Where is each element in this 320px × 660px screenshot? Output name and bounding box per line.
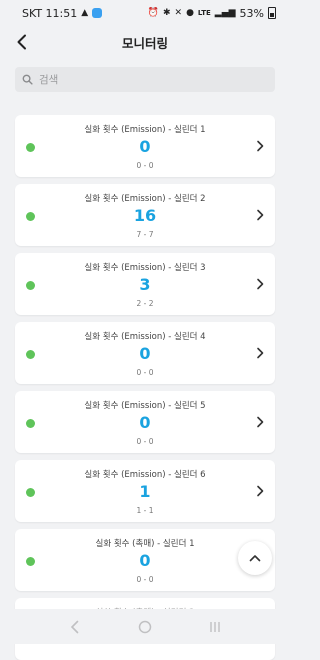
chevron-up-icon: [249, 555, 261, 562]
system-nav-bar: [0, 609, 290, 644]
monitor-item[interactable]: 실화 횟수 (Emission) - 실린더 4 0 0 - 0: [15, 322, 275, 384]
status-bar: SKT 11:51 ▲ ⏰ ✱ ✕ ● LTE ▂▄▆ 53%: [0, 0, 290, 26]
item-title: 실화 횟수 (Emission) - 실린더 1: [84, 125, 206, 135]
item-value: 3: [139, 275, 151, 294]
item-range: 7 - 7: [136, 230, 154, 239]
chevron-right-icon: [257, 140, 264, 152]
chevron-right-icon: [257, 209, 264, 221]
item-range: 1 - 1: [136, 506, 154, 515]
item-title: 실화 횟수 (Emission) - 실린더 3: [84, 263, 206, 273]
location-icon: ●: [186, 8, 194, 18]
chevron-right-icon: [257, 278, 264, 290]
chevron-right-icon: [257, 485, 264, 497]
header: 모니터링: [0, 26, 290, 58]
bluetooth-icon: ✱: [162, 8, 171, 18]
item-range: 0 - 0: [136, 368, 154, 377]
status-right: ⏰ ✱ ✕ ● LTE ▂▄▆ 53%: [148, 7, 276, 20]
nav-back-button[interactable]: [65, 617, 85, 637]
chevron-right-icon: [257, 347, 264, 359]
item-range: 0 - 0: [136, 437, 154, 446]
lte-icon: LTE: [197, 9, 211, 17]
item-value: 0: [139, 413, 151, 432]
carrier-time: SKT 11:51: [22, 6, 78, 20]
battery-icon: [268, 7, 276, 19]
nav-home-icon: [138, 620, 152, 633]
monitor-item[interactable]: 실화 횟수 (Emission) - 실린더 6 1 1 - 1: [15, 460, 275, 522]
page-title: 모니터링: [121, 35, 168, 51]
item-value: 0: [139, 137, 151, 156]
item-title: 실화 횟수 (Emission) - 실린더 4: [84, 332, 206, 342]
nav-recents-icon: [210, 621, 220, 632]
search-icon: [22, 74, 33, 85]
item-value: 0: [139, 344, 151, 363]
item-value: 1: [139, 482, 151, 501]
item-title: 실화 횟수 (Emission) - 실린더 2: [84, 194, 206, 204]
item-range: 0 - 0: [136, 575, 154, 584]
monitor-item[interactable]: 실화 횟수 (Emission) - 실린더 2 16 7 - 7: [15, 184, 275, 246]
item-value: 16: [133, 206, 157, 225]
item-value: 0: [139, 551, 151, 570]
chevron-right-icon: [257, 416, 264, 428]
nav-recents-button[interactable]: [205, 617, 225, 637]
monitor-item[interactable]: 실화 횟수 (Emission) - 실린더 5 0 0 - 0: [15, 391, 275, 453]
alarm-icon: ⏰: [147, 8, 159, 18]
mute-icon: ✕: [174, 8, 183, 18]
item-title: 실화 횟수 (Emission) - 실린더 5: [84, 401, 206, 411]
status-left: SKT 11:51 ▲: [22, 6, 103, 20]
signal-icon: ▂▄▆: [214, 8, 236, 18]
item-title: 실화 횟수 (Emission) - 실린더 6: [84, 470, 206, 480]
monitor-item[interactable]: 실화 횟수 (Emission) - 실린더 3 3 2 - 2: [15, 253, 275, 315]
search-bar[interactable]: [15, 67, 275, 92]
monitor-item[interactable]: 실화 횟수 (Emission) - 실린더 1 0 0 - 0: [15, 115, 275, 177]
app-notification-icon: [92, 8, 103, 18]
scroll-to-top-button[interactable]: [238, 541, 272, 575]
nav-home-button[interactable]: [135, 617, 155, 637]
monitor-item[interactable]: 실화 횟수 (촉매) - 실린더 1 0 0 - 0: [15, 529, 275, 591]
item-title: 실화 횟수 (촉매) - 실린더 1: [95, 539, 195, 549]
nav-back-icon: [70, 620, 79, 633]
warning-icon: ▲: [81, 8, 89, 18]
back-button[interactable]: [8, 28, 36, 56]
search-input[interactable]: [39, 73, 259, 86]
battery-text: 53%: [239, 6, 264, 20]
back-arrow-icon: [17, 34, 26, 50]
item-range: 2 - 2: [136, 299, 154, 308]
item-range: 0 - 0: [136, 161, 154, 170]
